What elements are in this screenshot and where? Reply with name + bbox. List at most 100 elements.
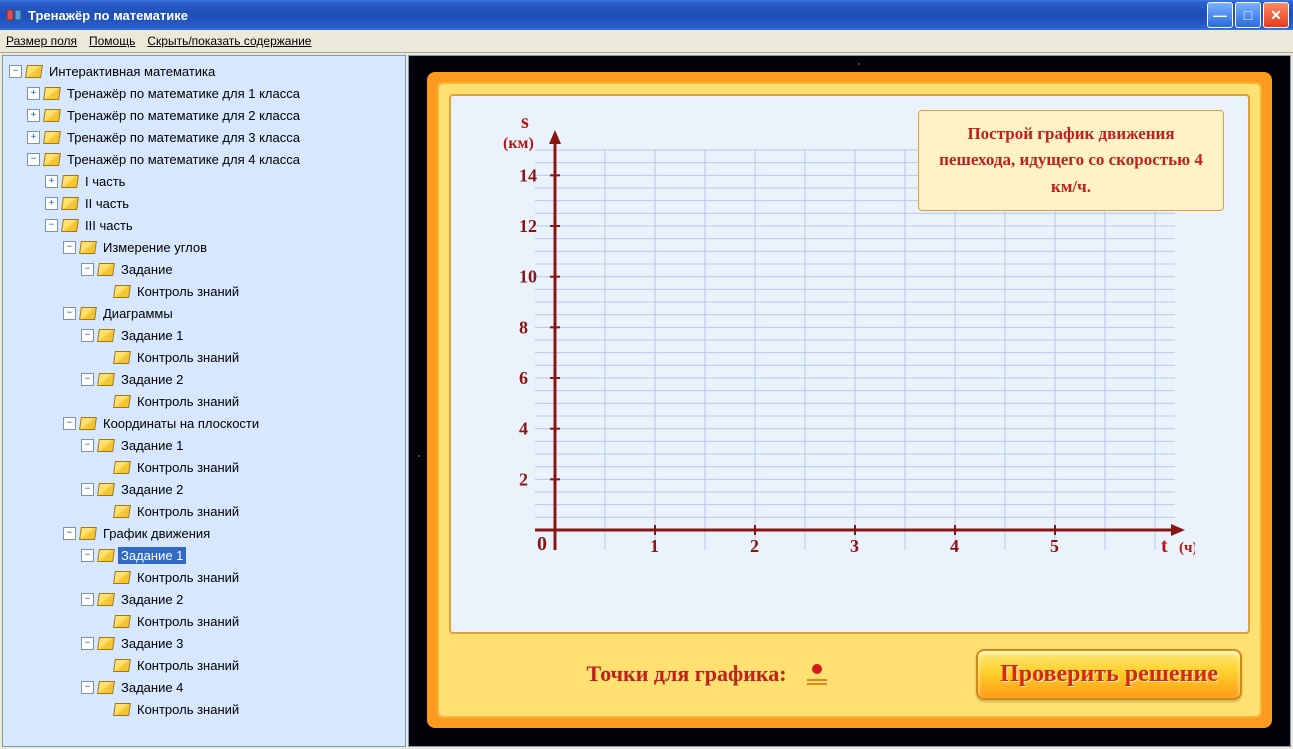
- tree-part3[interactable]: − III часть: [45, 214, 405, 236]
- tree-label: Задание 2: [118, 481, 186, 498]
- collapse-icon[interactable]: −: [81, 483, 94, 496]
- svg-text:14: 14: [519, 165, 537, 185]
- task-instruction: Построй график движения пешехода, идущег…: [918, 110, 1224, 211]
- collapse-icon[interactable]: −: [81, 637, 94, 650]
- book-icon: [114, 703, 130, 716]
- menubar: Размер поля Помощь Скрыть/показать содер…: [0, 30, 1293, 53]
- svg-text:(ч): (ч): [1179, 540, 1195, 556]
- tree-label: График движения: [100, 525, 213, 542]
- svg-text:s: s: [521, 111, 529, 133]
- tree-task4[interactable]: −Задание 4: [81, 676, 405, 698]
- svg-text:1: 1: [650, 536, 659, 556]
- tree-label: Измерение углов: [100, 239, 210, 256]
- tree-task1[interactable]: −Задание 1: [81, 434, 405, 456]
- book-icon: [62, 219, 78, 232]
- svg-text:6: 6: [519, 368, 528, 388]
- tree-label: Задание 1: [118, 327, 186, 344]
- tree-task1[interactable]: − Задание 1: [81, 324, 405, 346]
- tree-check[interactable]: Контроль знаний: [99, 280, 405, 302]
- tree-label: Координаты на плоскости: [100, 415, 262, 432]
- collapse-icon[interactable]: −: [9, 65, 22, 78]
- collapse-icon[interactable]: −: [63, 307, 76, 320]
- collapse-icon[interactable]: −: [81, 373, 94, 386]
- book-icon: [114, 615, 130, 628]
- maximize-button[interactable]: □: [1235, 2, 1261, 28]
- book-icon: [26, 65, 42, 78]
- tree-check[interactable]: Контроль знаний: [99, 456, 405, 478]
- tree-check[interactable]: Контроль знаний: [99, 346, 405, 368]
- collapse-icon[interactable]: −: [27, 153, 40, 166]
- book-icon: [98, 263, 114, 276]
- tree-root[interactable]: − Интерактивная математика: [9, 60, 405, 82]
- tree-label: Задание 3: [118, 635, 186, 652]
- expand-icon[interactable]: +: [27, 109, 40, 122]
- menu-help[interactable]: Помощь: [89, 34, 135, 48]
- collapse-icon[interactable]: −: [81, 439, 94, 452]
- tree-task2[interactable]: − Задание 2: [81, 478, 405, 500]
- book-icon: [44, 153, 60, 166]
- expand-icon[interactable]: +: [27, 131, 40, 144]
- tree-label: Интерактивная математика: [46, 63, 218, 80]
- book-icon: [114, 285, 130, 298]
- collapse-icon[interactable]: −: [45, 219, 58, 232]
- collapse-icon[interactable]: −: [63, 527, 76, 540]
- tree-check[interactable]: Контроль знаний: [99, 566, 405, 588]
- tree-check[interactable]: Контроль знаний: [99, 654, 405, 676]
- tree-label: Тренажёр по математике для 4 класса: [64, 151, 303, 168]
- collapse-icon[interactable]: −: [81, 593, 94, 606]
- tree-task2[interactable]: −Задание 2: [81, 588, 405, 610]
- tree-task[interactable]: −Задание: [81, 258, 405, 280]
- collapse-icon[interactable]: −: [81, 681, 94, 694]
- collapse-icon[interactable]: −: [63, 417, 76, 430]
- tree-label: Контроль знаний: [134, 613, 242, 630]
- tree-diagrams[interactable]: − Диаграммы: [63, 302, 405, 324]
- tree-coords[interactable]: − Координаты на плоскости: [63, 412, 405, 434]
- menu-field-size[interactable]: Размер поля: [6, 34, 77, 48]
- plot-area[interactable]: 0123452468101214s(км)t(ч) Построй график…: [449, 94, 1250, 634]
- tree-label: Контроль знаний: [134, 459, 242, 476]
- menu-toggle-toc[interactable]: Скрыть/показать содержание: [147, 34, 311, 48]
- tree-task3[interactable]: − Задание 3: [81, 632, 405, 654]
- tree-part2[interactable]: +II часть: [45, 192, 405, 214]
- tree-grade4[interactable]: − Тренажёр по математике для 4 класса: [27, 148, 405, 170]
- svg-text:12: 12: [519, 216, 537, 236]
- tree-part1[interactable]: +I часть: [45, 170, 405, 192]
- svg-text:2: 2: [750, 536, 759, 556]
- collapse-icon[interactable]: −: [63, 241, 76, 254]
- tree-check[interactable]: Контроль знаний: [99, 610, 405, 632]
- tree-check[interactable]: Контроль знаний: [99, 390, 405, 412]
- expand-icon[interactable]: +: [45, 175, 58, 188]
- tree-label: III часть: [82, 217, 136, 234]
- point-marker-icon[interactable]: [807, 664, 827, 685]
- tree-grade2[interactable]: + Тренажёр по математике для 2 класса: [27, 104, 405, 126]
- collapse-icon[interactable]: −: [81, 329, 94, 342]
- collapse-icon[interactable]: −: [81, 549, 94, 562]
- svg-text:t: t: [1161, 535, 1168, 557]
- expand-icon[interactable]: +: [45, 197, 58, 210]
- tree-check[interactable]: Контроль знаний: [99, 500, 405, 522]
- expand-icon[interactable]: +: [27, 87, 40, 100]
- tree-motion[interactable]: − График движения: [63, 522, 405, 544]
- tree-task2[interactable]: −Задание 2: [81, 368, 405, 390]
- book-icon: [114, 571, 130, 584]
- close-button[interactable]: ✕: [1263, 2, 1289, 28]
- tree-grade3[interactable]: +Тренажёр по математике для 3 класса: [27, 126, 405, 148]
- tree-label: Контроль знаний: [134, 701, 242, 718]
- tree-grade1[interactable]: +Тренажёр по математике для 1 класса: [27, 82, 405, 104]
- check-solution-button[interactable]: Проверить решение: [976, 649, 1242, 700]
- tree-task1-selected[interactable]: −Задание 1: [81, 544, 405, 566]
- svg-text:3: 3: [850, 536, 859, 556]
- book-icon: [114, 659, 130, 672]
- tree-check[interactable]: Контроль знаний: [99, 698, 405, 720]
- book-icon: [44, 131, 60, 144]
- collapse-icon[interactable]: −: [81, 263, 94, 276]
- tree-label: Контроль знаний: [134, 569, 242, 586]
- tree-angles[interactable]: − Измерение углов: [63, 236, 405, 258]
- minimize-button[interactable]: —: [1207, 2, 1233, 28]
- tree-label: Контроль знаний: [134, 393, 242, 410]
- svg-text:(км): (км): [503, 135, 534, 152]
- toc-tree[interactable]: −Интерактивная математика +Тренажёр по м…: [3, 56, 405, 746]
- tree-label: Диаграммы: [100, 305, 176, 322]
- points-label-row: Точки для графика:: [457, 661, 956, 687]
- tree-label: Тренажёр по математике для 2 класса: [64, 107, 303, 124]
